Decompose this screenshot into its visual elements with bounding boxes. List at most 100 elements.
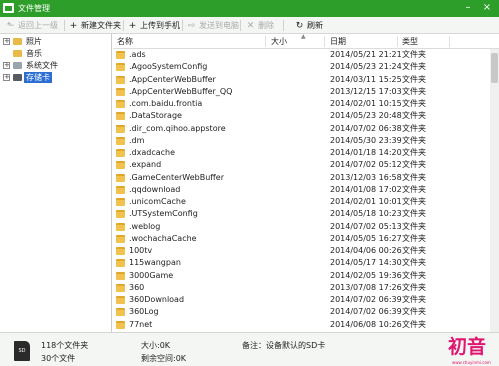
back-icon: ⬑ xyxy=(6,21,15,31)
column-divider[interactable] xyxy=(324,36,325,47)
folder-icon xyxy=(116,271,125,280)
delete-button[interactable]: ✕ 删除 xyxy=(246,17,274,34)
expand-icon[interactable]: + xyxy=(3,62,10,69)
sidebar-item-label: 系统文件 xyxy=(26,61,58,70)
file-date: 2014/07/02 05:12 xyxy=(330,160,402,170)
table-row[interactable]: 100tv 2014/04/06 00:26 文件夹 xyxy=(113,245,499,257)
column-divider[interactable] xyxy=(265,36,266,47)
table-row[interactable]: .com.baidu.frontia 2014/02/01 10:15 文件夹 xyxy=(113,98,499,110)
folder-tree: + 照片 音乐 + 系统文件 + 存储卡 xyxy=(0,34,112,332)
column-divider[interactable] xyxy=(397,36,398,47)
folder-icon xyxy=(116,51,125,59)
toolbar-divider xyxy=(240,20,241,31)
file-list: 名称 ▲ 大小 日期 类型 .ads 2014/05/21 21:21 文件夹 .Ag… xyxy=(113,34,499,332)
expand-icon[interactable]: + xyxy=(3,38,10,45)
send-to-pc-button[interactable]: ⇨ 发送到电脑 xyxy=(187,17,239,34)
table-row[interactable]: .AppCenterWebBuffer_QQ 2013/12/15 17:03 文件… xyxy=(113,86,499,98)
file-type: 文件夹 xyxy=(402,282,426,292)
table-row[interactable]: .GameCenterWebBuffer 2013/12/03 16:58 文件夹 xyxy=(113,172,499,184)
minimize-button[interactable]: – xyxy=(461,1,475,15)
table-row[interactable]: .unicomCache 2014/02/01 10:01 文件夹 xyxy=(113,196,499,208)
sidebar-item-label: 照片 xyxy=(26,37,42,46)
refresh-button[interactable]: ↻ 刷新 xyxy=(295,17,323,34)
status-bar: SD 118个文件夹 30个文件 大小:0K 剩余空间:0K 备注：设备默认的S… xyxy=(0,332,499,366)
file-type: 文件夹 xyxy=(402,233,426,243)
column-header-name[interactable]: 名称 xyxy=(117,34,133,49)
toolbar: ⬑ 返回上一级 + 新建文件夹 + 上传到手机 ⇨ 发送到电脑 ✕ 删除 ↻ 刷新 xyxy=(0,17,499,34)
close-button[interactable]: × xyxy=(480,1,494,15)
file-type: 文件夹 xyxy=(402,270,426,280)
vertical-scrollbar[interactable] xyxy=(490,49,499,332)
list-header: 名称 ▲ 大小 日期 类型 xyxy=(113,34,499,49)
table-row[interactable]: .qqdownload 2014/01/08 17:02 文件夹 xyxy=(113,184,499,196)
delete-icon: ✕ xyxy=(246,21,255,31)
file-name: .expand xyxy=(129,160,162,170)
file-type: 文件夹 xyxy=(402,62,426,72)
table-row[interactable]: .dir_com.qihoo.appstore 2014/07/02 06:38 文… xyxy=(113,123,499,135)
folder-icon xyxy=(116,259,125,268)
photo-folder-icon xyxy=(13,38,22,45)
scrollbar-thumb[interactable] xyxy=(491,53,498,83)
file-type: 文件夹 xyxy=(402,319,426,329)
file-name: .DataStorage xyxy=(129,111,182,121)
file-date: 2014/06/08 10:26 xyxy=(330,319,402,329)
table-row[interactable]: 3000Game 2014/02/05 19:36 文件夹 xyxy=(113,270,499,282)
file-date: 2014/07/02 06:38 xyxy=(330,123,402,133)
file-date: 2014/05/05 16:27 xyxy=(330,233,402,243)
file-date: 2014/05/30 23:39 xyxy=(330,135,402,145)
file-type: 文件夹 xyxy=(402,295,426,304)
folder-icon xyxy=(116,320,125,329)
folder-icon xyxy=(116,136,125,145)
file-type: 文件夹 xyxy=(402,135,426,145)
file-name: .AppCenterWebBuffer xyxy=(129,74,216,84)
table-row[interactable]: 360Log 2014/07/02 06:39 文件夹 xyxy=(113,306,499,318)
new-folder-button[interactable]: + 新建文件夹 xyxy=(69,17,121,34)
table-row[interactable]: 115wangpan 2014/05/17 14:30 文件夹 xyxy=(113,257,499,269)
table-row[interactable]: .UTSystemConfig 2014/05/18 10:23 文件夹 xyxy=(113,208,499,220)
file-type: 文件夹 xyxy=(402,197,426,206)
send-icon: ⇨ xyxy=(187,21,196,31)
folder-icon xyxy=(116,87,125,96)
table-row[interactable]: .AgooSystemConfig 2014/05/23 21:24 文件夹 xyxy=(113,61,499,73)
music-folder-icon xyxy=(13,50,22,57)
column-header-date[interactable]: 日期 xyxy=(330,34,346,49)
file-name: .dm xyxy=(129,135,145,145)
file-date: 2014/02/01 10:15 xyxy=(330,99,402,108)
file-type: 文件夹 xyxy=(402,50,426,59)
table-row[interactable]: .ads 2014/05/21 21:21 文件夹 xyxy=(113,49,499,61)
table-row[interactable]: 77net 2014/06/08 10:26 文件夹 xyxy=(113,319,499,331)
table-row[interactable]: .wochachaCache 2014/05/05 16:27 文件夹 xyxy=(113,233,499,245)
folder-icon xyxy=(116,247,125,255)
folder-icon xyxy=(116,234,125,243)
expand-icon[interactable]: + xyxy=(3,74,10,81)
table-row[interactable]: .dxadcache 2014/01/18 14:20 文件夹 xyxy=(113,147,499,159)
table-row[interactable]: .weblog 2014/07/02 05:13 文件夹 xyxy=(113,221,499,233)
table-row[interactable]: .DataStorage 2014/05/23 20:48 文件夹 xyxy=(113,110,499,122)
file-type: 文件夹 xyxy=(402,86,426,96)
total-size: 大小:0K xyxy=(141,341,171,350)
refresh-icon: ↻ xyxy=(295,21,304,31)
file-name: 3000Game xyxy=(129,270,174,280)
device-note: 备注：设备默认的SD卡 xyxy=(242,341,326,350)
table-row[interactable]: 360Download 2014/07/02 06:39 文件夹 xyxy=(113,294,499,306)
table-row[interactable]: 360 2013/07/08 17:26 文件夹 xyxy=(113,282,499,294)
file-name: .GameCenterWebBuffer xyxy=(129,172,225,182)
file-date: 2013/12/03 16:58 xyxy=(330,172,402,182)
toolbar-divider xyxy=(123,20,124,31)
file-type: 文件夹 xyxy=(402,111,426,121)
column-header-size[interactable]: 大小 xyxy=(271,34,287,49)
file-date: 2014/05/17 14:30 xyxy=(330,258,402,268)
back-button[interactable]: ⬑ 返回上一级 xyxy=(6,17,58,34)
column-header-type[interactable]: 类型 xyxy=(402,34,418,49)
folder-icon xyxy=(116,222,125,231)
upload-button[interactable]: + 上传到手机 xyxy=(128,17,180,34)
folder-icon xyxy=(116,124,125,133)
column-divider[interactable] xyxy=(449,36,450,47)
folder-icon xyxy=(116,100,125,108)
plus-icon: + xyxy=(69,21,78,31)
table-row[interactable]: .expand 2014/07/02 05:12 文件夹 xyxy=(113,159,499,171)
sd-card-icon: SD xyxy=(14,341,30,361)
table-row[interactable]: .AppCenterWebBuffer 2014/03/11 15:25 文件夹 xyxy=(113,74,499,86)
window-title: 文件管理 xyxy=(18,4,50,13)
table-row[interactable]: .dm 2014/05/30 23:39 文件夹 xyxy=(113,135,499,147)
